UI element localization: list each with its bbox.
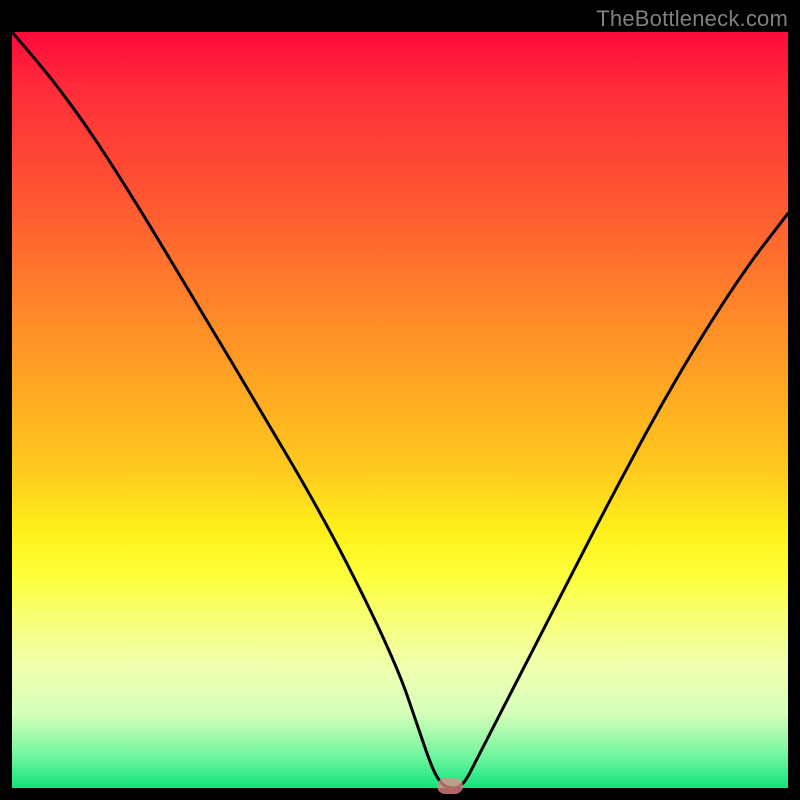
plot-area <box>12 32 788 788</box>
bottleneck-curve <box>12 32 788 788</box>
watermark-text: TheBottleneck.com <box>596 6 788 32</box>
vertex-marker <box>437 778 463 794</box>
chart-frame: TheBottleneck.com <box>0 0 800 800</box>
